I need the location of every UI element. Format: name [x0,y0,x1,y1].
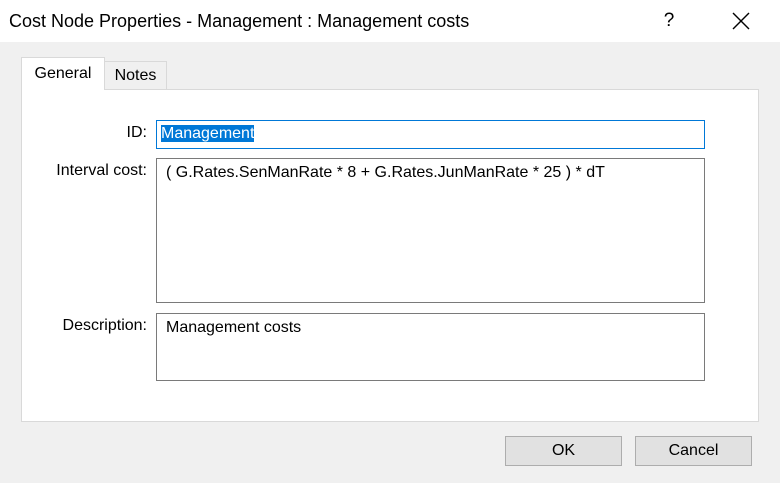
cancel-button[interactable]: Cancel [635,436,752,466]
interval-cost-field[interactable]: ( G.Rates.SenManRate * 8 + G.Rates.JunMa… [156,158,705,303]
help-button[interactable]: ? [646,0,692,42]
description-label: Description: [62,317,147,334]
tab-notes[interactable]: Notes [105,61,167,90]
tab-general[interactable]: General [21,57,105,90]
id-input[interactable]: Management [156,120,705,149]
ok-button[interactable]: OK [505,436,622,466]
cost-node-properties-dialog: Cost Node Properties - Management : Mana… [0,0,780,483]
window-title: Cost Node Properties - Management : Mana… [9,11,470,31]
id-label: ID: [126,124,147,141]
close-icon [732,12,750,30]
id-input-value: Management [161,125,255,142]
description-field[interactable]: Management costs [156,313,705,381]
title-bar: Cost Node Properties - Management : Mana… [0,0,780,42]
interval-cost-label: Interval cost: [56,162,147,179]
close-button[interactable] [718,0,764,42]
